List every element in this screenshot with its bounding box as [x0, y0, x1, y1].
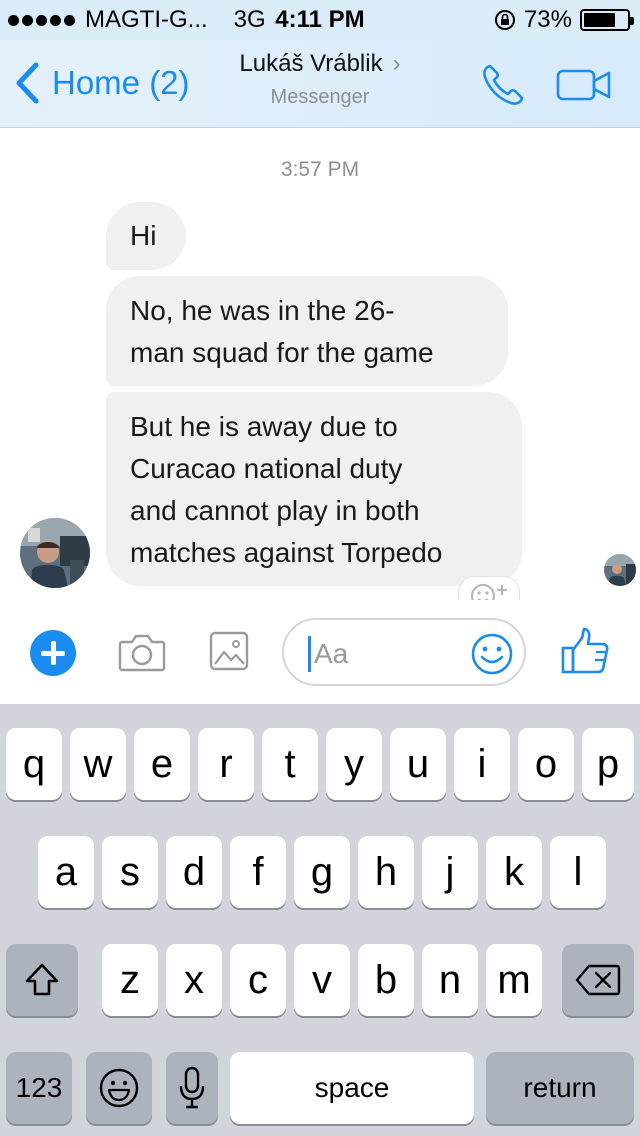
message-bubble[interactable]: But he is away due to Curacao national d… [106, 392, 522, 586]
chevron-left-icon [16, 62, 39, 104]
key-e[interactable]: e [134, 728, 190, 800]
conversation-header: Home (2) Lukáš Vráblik › Messenger [0, 40, 640, 128]
video-call-button[interactable] [556, 68, 612, 102]
key-b[interactable]: b [358, 944, 414, 1016]
key-w[interactable]: w [70, 728, 126, 800]
key-i[interactable]: i [454, 728, 510, 800]
contact-avatar[interactable] [20, 518, 90, 588]
like-button[interactable] [560, 626, 610, 676]
camera-button[interactable] [118, 632, 166, 672]
contact-header[interactable]: Lukáš Vráblik › Messenger [170, 50, 470, 109]
message-bubble[interactable]: Hi [106, 202, 186, 270]
battery-icon [580, 9, 634, 31]
backspace-icon [575, 964, 621, 996]
key-a[interactable]: a [38, 836, 94, 908]
back-label: Home (2) [52, 64, 190, 101]
message-line: man squad for the game [130, 337, 434, 368]
contact-name: Lukáš Vráblik [239, 50, 383, 77]
emoji-keyboard-icon [99, 1068, 139, 1108]
text-caret [308, 636, 311, 672]
key-v[interactable]: v [294, 944, 350, 1016]
emoji-keyboard-key[interactable] [86, 1052, 152, 1124]
message-line: But he is away due to [130, 411, 398, 442]
key-h[interactable]: h [358, 836, 414, 908]
message-input[interactable]: Aa [282, 618, 526, 686]
key-m[interactable]: m [486, 944, 542, 1016]
video-camera-icon [556, 69, 611, 101]
dictation-key[interactable] [166, 1052, 218, 1124]
plus-icon[interactable] [30, 630, 76, 676]
photo-icon [209, 631, 249, 671]
message-line: Hi [130, 220, 157, 251]
key-z[interactable]: z [102, 944, 158, 1016]
message-line: matches against Torpedo [130, 537, 443, 568]
key-c[interactable]: c [230, 944, 286, 1016]
battery-percent: 73% [523, 6, 572, 33]
key-q[interactable]: q [6, 728, 62, 800]
key-g[interactable]: g [294, 836, 350, 908]
contact-name-row: Lukáš Vráblik › [170, 50, 470, 78]
shift-icon [25, 963, 59, 996]
return-key[interactable]: return [486, 1052, 634, 1124]
key-o[interactable]: o [518, 728, 574, 800]
key-k[interactable]: k [486, 836, 542, 908]
key-x[interactable]: x [166, 944, 222, 1016]
key-f[interactable]: f [230, 836, 286, 908]
message-input-placeholder: Aa [314, 638, 349, 669]
rotation-lock-icon [494, 10, 515, 30]
key-y[interactable]: y [326, 728, 382, 800]
photo-button[interactable] [208, 630, 250, 672]
keyboard: q w e r t y u i o p a s d f g h j k l z … [0, 704, 640, 1136]
numbers-key[interactable]: 123 [6, 1052, 72, 1124]
like-icon [561, 627, 609, 674]
key-s[interactable]: s [102, 836, 158, 908]
phone-icon [483, 64, 524, 105]
message-timestamp: 3:57 PM [280, 158, 360, 181]
key-t[interactable]: t [262, 728, 318, 800]
message-line: Curacao national duty [130, 453, 403, 484]
key-n[interactable]: n [422, 944, 478, 1016]
emoji-icon [471, 633, 513, 675]
message-composer: Aa [0, 600, 640, 704]
key-j[interactable]: j [422, 836, 478, 908]
key-d[interactable]: d [166, 836, 222, 908]
backspace-key[interactable] [562, 944, 634, 1016]
message-bubble[interactable]: No, he was in the 26- man squad for the … [106, 276, 508, 386]
message-line: No, he was in the 26- [130, 295, 395, 326]
contact-subtitle: Messenger [270, 86, 370, 108]
key-r[interactable]: r [198, 728, 254, 800]
key-p[interactable]: p [582, 728, 634, 800]
status-right: 73% [494, 6, 634, 34]
key-u[interactable]: u [390, 728, 446, 800]
chevron-right-icon: › [392, 50, 401, 77]
shift-key[interactable] [6, 944, 78, 1016]
emoji-button[interactable] [470, 632, 514, 676]
back-button[interactable]: Home (2) [14, 62, 190, 104]
voice-call-button[interactable] [480, 62, 526, 108]
message-line: and cannot play in both [130, 495, 420, 526]
key-l[interactable]: l [550, 836, 606, 908]
microphone-icon [179, 1066, 205, 1109]
camera-icon [118, 634, 166, 672]
seen-avatar [604, 554, 636, 586]
status-bar: MAGTI-G... 3G 4:11 PM 73% [0, 0, 640, 40]
space-key[interactable]: space [230, 1052, 474, 1124]
